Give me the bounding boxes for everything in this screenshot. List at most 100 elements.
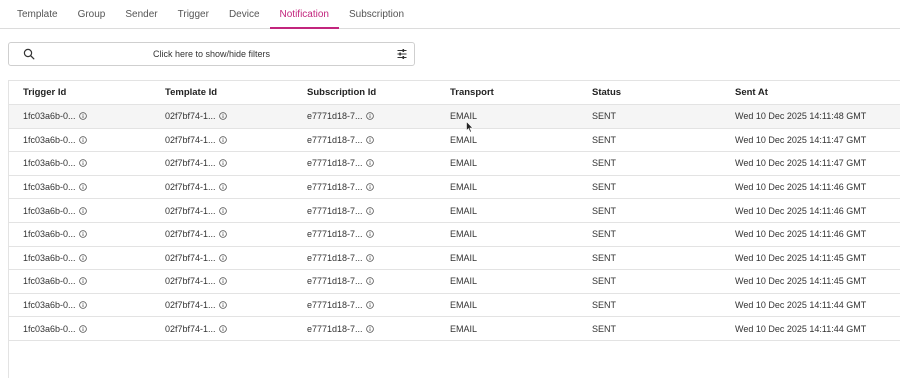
info-icon[interactable] xyxy=(365,277,374,286)
info-icon[interactable] xyxy=(218,112,227,121)
sent-at-cell-text: Wed 10 Dec 2025 14:11:46 GMT xyxy=(735,229,867,240)
table-row[interactable]: 1fc03a6b-0... 02f7bf74-1... e7771d18-7... E… xyxy=(9,199,900,223)
info-icon[interactable] xyxy=(365,112,374,121)
table-row[interactable]: 1fc03a6b-0... 02f7bf74-1... e7771d18-7... E… xyxy=(9,105,900,129)
column-header-status[interactable]: Status xyxy=(578,87,721,98)
table-row[interactable]: 1fc03a6b-0... 02f7bf74-1... e7771d18-7... E… xyxy=(9,270,900,294)
info-icon[interactable] xyxy=(365,324,374,333)
transport-cell: EMAIL xyxy=(436,135,578,145)
info-icon[interactable] xyxy=(218,183,227,191)
table-row[interactable]: 1fc03a6b-0... 02f7bf74-1... e7771d18-7... E… xyxy=(9,223,900,247)
template-id-cell-text: 02f7bf74-1... xyxy=(165,182,216,193)
table-row[interactable]: 1fc03a6b-0... 02f7bf74-1... e7771d18-7... E… xyxy=(9,247,900,271)
trigger-id-cell-text: 1fc03a6b-0... xyxy=(23,111,76,122)
tab-sender[interactable]: Sender xyxy=(115,0,167,28)
info-icon[interactable] xyxy=(218,324,227,333)
tab-trigger[interactable]: Trigger xyxy=(168,0,219,28)
status-cell: SENT xyxy=(578,135,721,145)
tab-label: Subscription xyxy=(348,8,405,20)
column-header-transport[interactable]: Transport xyxy=(436,87,578,98)
table-row[interactable]: 1fc03a6b-0... 02f7bf74-1... e7771d18-7... E… xyxy=(9,129,900,153)
subscription-id-cell-text: e7771d18-7... xyxy=(307,300,363,311)
info-icon[interactable] xyxy=(78,230,87,239)
tab-label: Device xyxy=(228,8,260,20)
info-icon[interactable] xyxy=(365,301,374,309)
info-icon[interactable] xyxy=(78,112,87,121)
status-cell: SENT xyxy=(578,111,721,121)
template-id-cell-text: 02f7bf74-1... xyxy=(165,300,216,311)
info-icon[interactable] xyxy=(218,136,227,144)
info-icon[interactable] xyxy=(78,183,87,191)
sent-at-cell-text: Wed 10 Dec 2025 14:11:45 GMT xyxy=(735,252,867,263)
status-cell-text: SENT xyxy=(592,134,617,145)
info-icon[interactable] xyxy=(218,159,227,168)
transport-cell-text: EMAIL xyxy=(450,182,478,193)
info-icon[interactable] xyxy=(78,324,87,333)
sent-at-cell-text: Wed 10 Dec 2025 14:11:46 GMT xyxy=(735,205,867,216)
info-icon[interactable] xyxy=(365,159,374,168)
sliders-icon[interactable] xyxy=(397,49,407,59)
table-header: Trigger Id Template Id Subscription Id T… xyxy=(9,81,900,105)
transport-cell: EMAIL xyxy=(436,300,578,310)
sent-at-cell: Wed 10 Dec 2025 14:11:47 GMT xyxy=(721,158,891,168)
info-icon[interactable] xyxy=(218,230,227,239)
status-cell-text: SENT xyxy=(592,252,617,263)
status-cell-text: SENT xyxy=(592,158,617,169)
template-id-cell: 02f7bf74-1... xyxy=(151,253,293,263)
subscription-id-cell: e7771d18-7... xyxy=(293,206,436,216)
sent-at-cell: Wed 10 Dec 2025 14:11:47 GMT xyxy=(721,135,891,145)
tab-group[interactable]: Group xyxy=(68,0,116,28)
transport-cell: EMAIL xyxy=(436,158,578,168)
info-icon[interactable] xyxy=(218,277,227,286)
table-row[interactable]: 1fc03a6b-0... 02f7bf74-1... e7771d18-7... E… xyxy=(9,294,900,318)
column-header-trigger-id[interactable]: Trigger Id xyxy=(9,87,151,98)
tab-device[interactable]: Device xyxy=(219,0,270,28)
subscription-id-cell: e7771d18-7... xyxy=(293,324,436,334)
template-id-cell-text: 02f7bf74-1... xyxy=(165,276,216,287)
info-icon[interactable] xyxy=(78,254,87,262)
trigger-id-cell: 1fc03a6b-0... xyxy=(9,135,151,145)
info-icon[interactable] xyxy=(78,136,87,144)
column-header-template-id[interactable]: Template Id xyxy=(151,87,293,98)
info-icon[interactable] xyxy=(78,206,87,215)
subscription-id-cell: e7771d18-7... xyxy=(293,182,436,192)
table-row[interactable]: 1fc03a6b-0... 02f7bf74-1... e7771d18-7... E… xyxy=(9,317,900,341)
status-cell-text: SENT xyxy=(592,229,617,240)
table-row[interactable]: 1fc03a6b-0... 02f7bf74-1... e7771d18-7... E… xyxy=(9,152,900,176)
column-header-subscription-id[interactable]: Subscription Id xyxy=(293,87,436,98)
sent-at-cell-text: Wed 10 Dec 2025 14:11:44 GMT xyxy=(735,300,867,311)
subscription-id-cell: e7771d18-7... xyxy=(293,111,436,121)
info-icon[interactable] xyxy=(218,206,227,215)
status-cell-text: SENT xyxy=(592,323,617,334)
info-icon[interactable] xyxy=(78,159,87,168)
info-icon[interactable] xyxy=(218,254,227,262)
trigger-id-cell: 1fc03a6b-0... xyxy=(9,206,151,216)
subscription-id-cell: e7771d18-7... xyxy=(293,229,436,239)
info-icon[interactable] xyxy=(365,230,374,239)
trigger-id-cell-text: 1fc03a6b-0... xyxy=(23,205,76,216)
table-row[interactable]: 1fc03a6b-0... 02f7bf74-1... e7771d18-7... E… xyxy=(9,176,900,200)
transport-cell-text: EMAIL xyxy=(450,158,478,169)
info-icon[interactable] xyxy=(218,301,227,309)
trigger-id-cell-text: 1fc03a6b-0... xyxy=(23,134,76,145)
subscription-id-cell: e7771d18-7... xyxy=(293,135,436,145)
transport-cell-text: EMAIL xyxy=(450,300,478,311)
trigger-id-cell-text: 1fc03a6b-0... xyxy=(23,252,76,263)
tab-subscription[interactable]: Subscription xyxy=(339,0,414,28)
info-icon[interactable] xyxy=(365,136,374,144)
info-icon[interactable] xyxy=(78,277,87,286)
status-cell-text: SENT xyxy=(592,276,617,287)
table-body: 1fc03a6b-0... 02f7bf74-1... e7771d18-7... E… xyxy=(9,105,900,341)
tab-notification[interactable]: Notification xyxy=(269,0,340,29)
tab-template[interactable]: Template xyxy=(7,0,68,28)
template-id-cell-text: 02f7bf74-1... xyxy=(165,111,216,122)
subscription-id-cell-text: e7771d18-7... xyxy=(307,229,363,240)
info-icon[interactable] xyxy=(78,301,87,309)
transport-cell: EMAIL xyxy=(436,276,578,286)
template-id-cell-text: 02f7bf74-1... xyxy=(165,323,216,334)
info-icon[interactable] xyxy=(365,183,374,191)
filter-toggle-bar[interactable]: Click here to show/hide filters xyxy=(8,42,415,66)
info-icon[interactable] xyxy=(365,254,374,262)
info-icon[interactable] xyxy=(365,206,374,215)
column-header-sent-at[interactable]: Sent At xyxy=(721,87,891,98)
